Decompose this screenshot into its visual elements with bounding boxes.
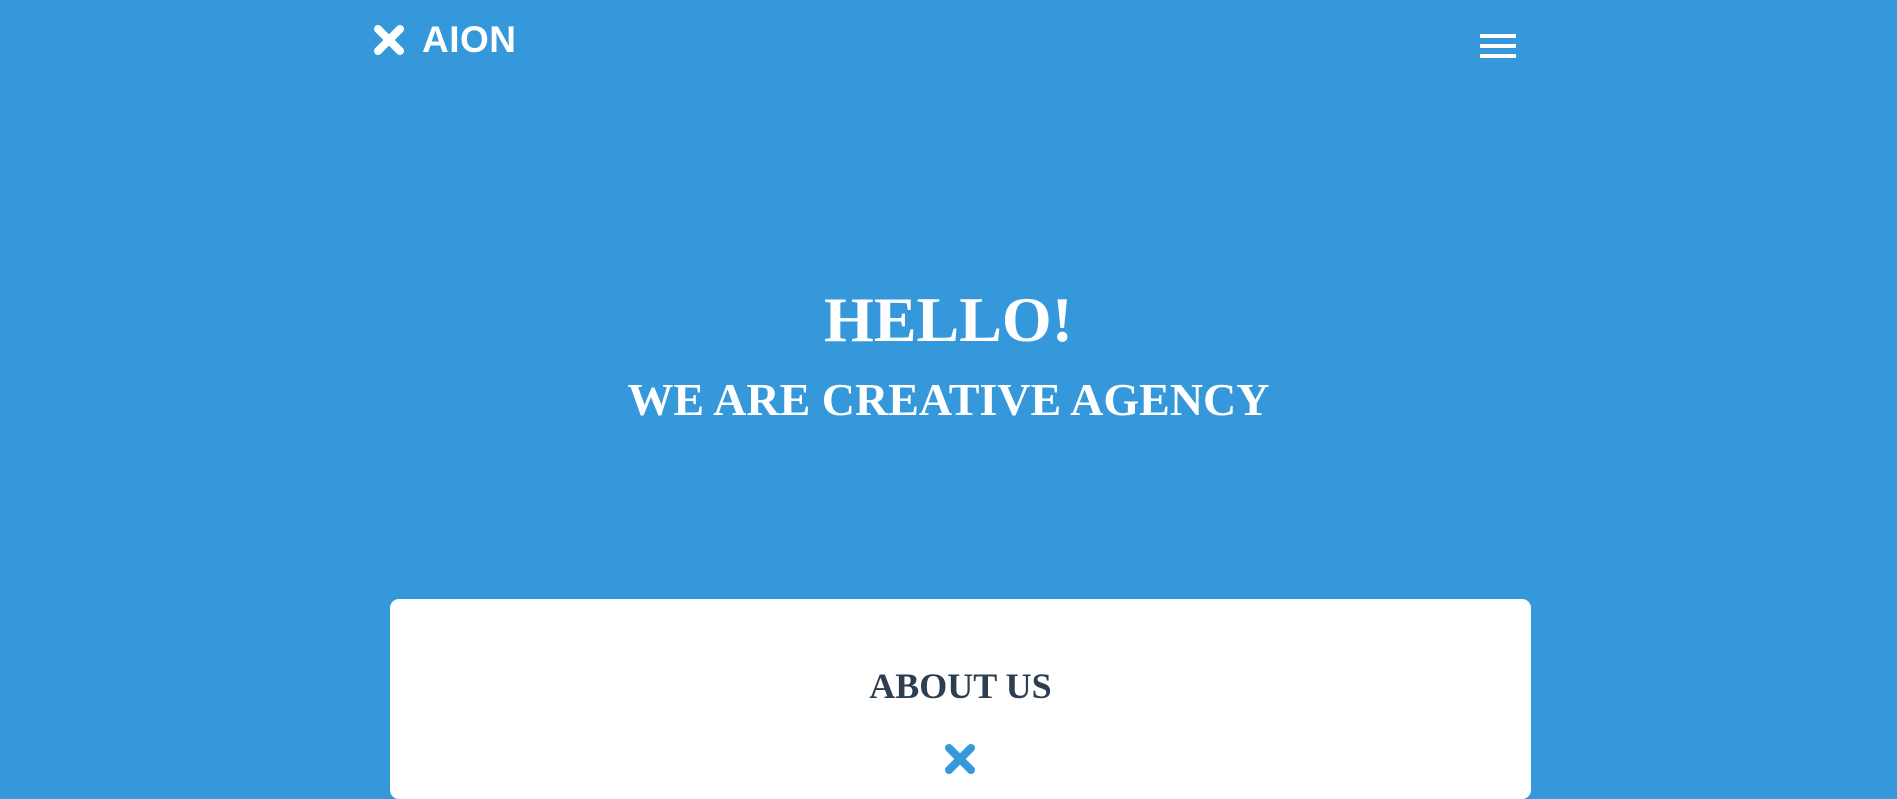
- hero-title: HELLO!: [824, 284, 1073, 355]
- site-header: AION: [0, 0, 1897, 90]
- x-icon: [945, 744, 975, 774]
- about-title: ABOUT US: [869, 666, 1052, 706]
- menu-icon-bar: [1480, 54, 1516, 58]
- hamburger-menu-icon: [1480, 34, 1516, 58]
- menu-button[interactable]: [1478, 32, 1518, 60]
- hero-subtitle: WE ARE CREATIVE AGENCY: [627, 374, 1270, 425]
- site-logo[interactable]: AION: [372, 20, 517, 60]
- x-icon: [374, 25, 404, 55]
- menu-icon-bar: [1480, 34, 1516, 38]
- menu-icon-bar: [1480, 44, 1516, 48]
- about-section-card: ABOUT US: [390, 599, 1531, 799]
- logo-text: AION: [422, 19, 517, 60]
